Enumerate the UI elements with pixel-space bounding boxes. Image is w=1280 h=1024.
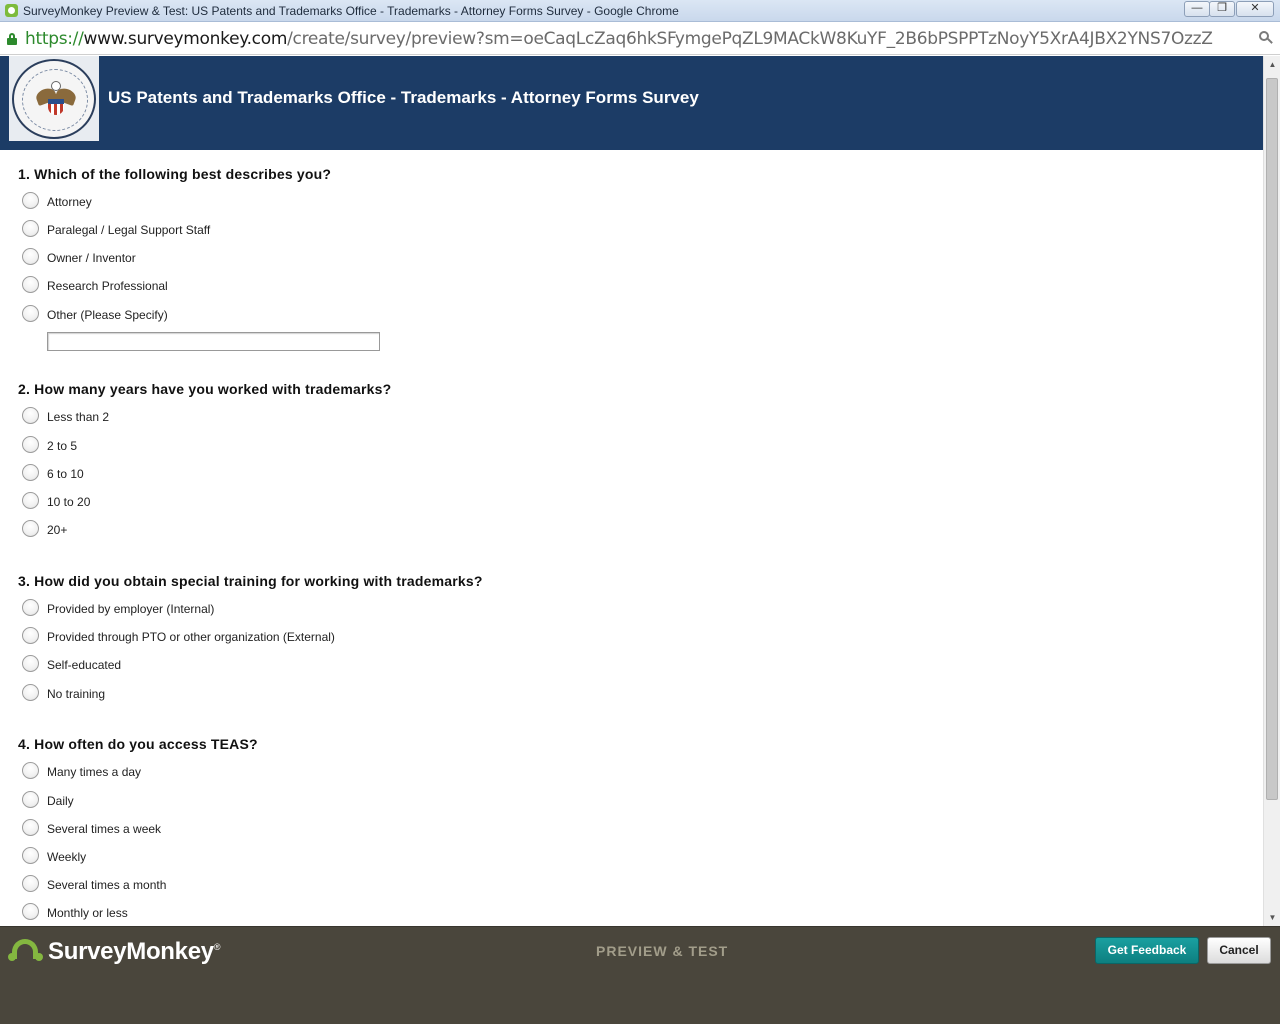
option-label[interactable]: 6 to 10 — [47, 467, 84, 481]
option-label[interactable]: Self-educated — [47, 658, 121, 672]
option-label[interactable]: 2 to 5 — [47, 439, 77, 453]
magnifier-icon[interactable] — [1259, 31, 1273, 45]
option-label[interactable]: Research Professional — [47, 279, 168, 293]
question-2: 2. How many years have you worked with t… — [18, 381, 392, 537]
radio-button[interactable] — [22, 875, 39, 892]
registered-mark: ® — [213, 942, 221, 952]
radio-button[interactable] — [22, 276, 39, 293]
option-label[interactable]: Monthly or less — [47, 906, 128, 920]
scroll-up-arrow-icon[interactable]: ▲ — [1264, 56, 1280, 73]
option-label[interactable]: Owner / Inventor — [47, 251, 136, 265]
url-scheme: https:// — [25, 29, 84, 49]
question-title: 3. How did you obtain special training f… — [18, 573, 483, 589]
option-label[interactable]: No training — [47, 687, 105, 701]
minimize-button[interactable]: — — [1184, 1, 1210, 17]
radio-button[interactable] — [22, 684, 39, 701]
scrollbar-thumb[interactable] — [1266, 78, 1278, 800]
cancel-button[interactable]: Cancel — [1207, 937, 1271, 964]
option-label[interactable]: Other (Please Specify) — [47, 308, 168, 322]
other-specify-input[interactable] — [47, 332, 380, 351]
question-title: 4. How often do you access TEAS? — [18, 736, 258, 752]
preview-test-label: PREVIEW & TEST — [596, 943, 729, 959]
question-title: 1. Which of the following best describes… — [18, 166, 332, 182]
radio-button[interactable] — [22, 627, 39, 644]
surveymonkey-logo-text: SurveyMonkey® — [48, 938, 220, 966]
question-3: 3. How did you obtain special training f… — [18, 573, 483, 701]
option-label[interactable]: Daily — [47, 794, 74, 808]
question-1: 1. Which of the following best describes… — [18, 166, 380, 351]
window-titlebar: SurveyMonkey Preview & Test: US Patents … — [0, 0, 1280, 22]
option-label[interactable]: Several times a month — [47, 878, 166, 892]
question-4: 4. How often do you access TEAS? Many ti… — [18, 736, 258, 920]
close-window-button[interactable]: ✕ — [1236, 1, 1274, 17]
option-label[interactable]: Several times a week — [47, 822, 161, 836]
maximize-button[interactable]: ❐ — [1209, 1, 1235, 17]
surveymonkey-app-icon — [5, 4, 18, 17]
question-title: 2. How many years have you worked with t… — [18, 381, 392, 397]
option-label[interactable]: 20+ — [47, 523, 67, 537]
radio-button[interactable] — [22, 464, 39, 481]
lock-icon[interactable] — [7, 33, 17, 45]
option-label[interactable]: Provided by employer (Internal) — [47, 602, 214, 616]
survey-body[interactable]: 1. Which of the following best describes… — [0, 150, 1263, 925]
option-label[interactable]: Many times a day — [47, 765, 141, 779]
radio-button[interactable] — [22, 305, 39, 322]
url-host: www.surveymonkey.com — [83, 29, 288, 49]
radio-button[interactable] — [22, 599, 39, 616]
window-title: SurveyMonkey Preview & Test: US Patents … — [23, 4, 679, 18]
url-text[interactable]: https://www.surveymonkey.com/create/surv… — [25, 29, 1213, 49]
radio-button[interactable] — [22, 192, 39, 209]
survey-header: US Patents and Trademarks Office - Trade… — [0, 56, 1263, 150]
option-label[interactable]: Attorney — [47, 195, 92, 209]
radio-button[interactable] — [22, 903, 39, 920]
preview-footer: SurveyMonkey® PREVIEW & TEST Get Feedbac… — [0, 926, 1280, 1024]
option-label[interactable]: Provided through PTO or other organizati… — [47, 630, 335, 644]
radio-button[interactable] — [22, 220, 39, 237]
radio-button[interactable] — [22, 492, 39, 509]
radio-button[interactable] — [22, 248, 39, 265]
option-label[interactable]: Paralegal / Legal Support Staff — [47, 223, 210, 237]
url-path: /create/survey/preview?sm=oeCaqLcZaq6hkS… — [287, 29, 1213, 49]
uspto-seal-logo — [9, 56, 99, 141]
radio-button[interactable] — [22, 791, 39, 808]
radio-button[interactable] — [22, 762, 39, 779]
get-feedback-button[interactable]: Get Feedback — [1095, 937, 1199, 964]
option-label[interactable]: 10 to 20 — [47, 495, 90, 509]
radio-button[interactable] — [22, 819, 39, 836]
option-label[interactable]: Less than 2 — [47, 410, 109, 424]
vertical-scrollbar[interactable]: ▲ ▼ — [1263, 56, 1280, 926]
radio-button[interactable] — [22, 407, 39, 424]
scroll-down-arrow-icon[interactable]: ▼ — [1264, 909, 1280, 926]
eagle-icon — [34, 81, 78, 117]
radio-button[interactable] — [22, 847, 39, 864]
radio-button[interactable] — [22, 520, 39, 537]
address-bar[interactable]: https://www.surveymonkey.com/create/surv… — [0, 23, 1280, 55]
surveymonkey-logo-icon — [8, 939, 44, 961]
radio-button[interactable] — [22, 655, 39, 672]
option-label[interactable]: Weekly — [47, 850, 86, 864]
logo-wordmark: SurveyMonkey — [48, 938, 214, 965]
survey-title: US Patents and Trademarks Office - Trade… — [108, 88, 699, 107]
radio-button[interactable] — [22, 436, 39, 453]
